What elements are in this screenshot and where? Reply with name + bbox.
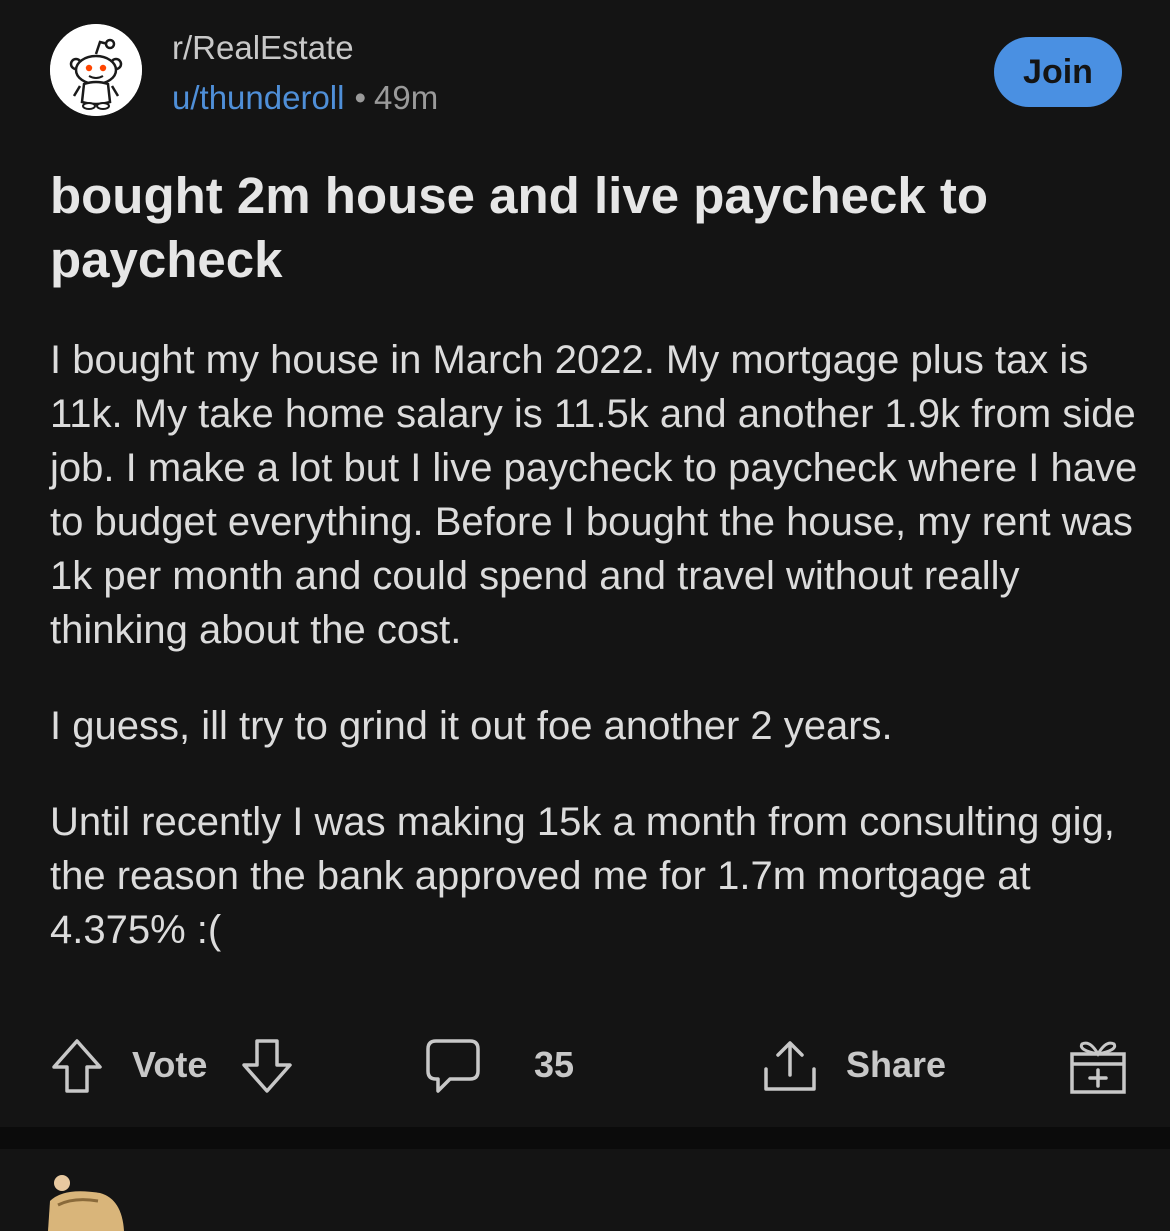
subreddit-link[interactable]: r/RealEstate bbox=[172, 28, 438, 68]
share-label: Share bbox=[846, 1044, 947, 1085]
body-paragraph: Until recently I was making 15k a month … bbox=[50, 800, 1115, 952]
feed-separator bbox=[0, 1127, 1170, 1149]
award-button[interactable] bbox=[1068, 1030, 1128, 1100]
comments-button[interactable] bbox=[424, 1030, 482, 1100]
comment-bubble-icon[interactable] bbox=[424, 1035, 482, 1095]
post-card: r/RealEstate u/thunderoll • 49m Join bough… bbox=[0, 0, 1170, 1127]
arrow-up-icon[interactable] bbox=[50, 1035, 104, 1095]
post-time: 49m bbox=[374, 79, 439, 116]
share-icon[interactable] bbox=[760, 1035, 820, 1095]
meta-separator: • bbox=[354, 79, 367, 116]
comments-count: 35 bbox=[534, 1044, 575, 1085]
arrow-down-icon[interactable] bbox=[240, 1035, 294, 1095]
post-meta: r/RealEstate u/thunderoll • 49m bbox=[172, 28, 438, 120]
body-paragraph: I guess, ill try to grind it out foe ano… bbox=[50, 704, 893, 748]
username-link[interactable]: u/thunderoll bbox=[172, 79, 344, 116]
post-title: bought 2m house and live paycheck to pay… bbox=[50, 167, 989, 288]
share-button[interactable] bbox=[760, 1030, 820, 1100]
snoo-avatar-icon[interactable] bbox=[50, 24, 142, 116]
vote-label-wrap: Vote bbox=[132, 1030, 207, 1100]
post-body: I bought my house in March 2022. My mort… bbox=[50, 333, 1140, 999]
gift-icon[interactable] bbox=[1068, 1034, 1128, 1096]
next-post-partial bbox=[0, 1149, 1170, 1231]
upvote-button[interactable] bbox=[50, 1030, 104, 1100]
post-header: r/RealEstate u/thunderoll • 49m Join bbox=[50, 24, 1130, 124]
vote-label: Vote bbox=[132, 1044, 208, 1085]
author-line: u/thunderoll • 49m bbox=[172, 76, 438, 120]
share-label-wrap: Share bbox=[846, 1030, 946, 1100]
commenter-avatar-icon[interactable] bbox=[40, 1171, 130, 1231]
body-paragraph: I bought my house in March 2022. My mort… bbox=[50, 338, 1138, 652]
post-actions-bar: Vote 35 Share bbox=[50, 1030, 1140, 1100]
comments-count-wrap: 35 bbox=[534, 1030, 574, 1100]
join-button[interactable]: Join bbox=[994, 37, 1122, 107]
downvote-button[interactable] bbox=[240, 1030, 294, 1100]
